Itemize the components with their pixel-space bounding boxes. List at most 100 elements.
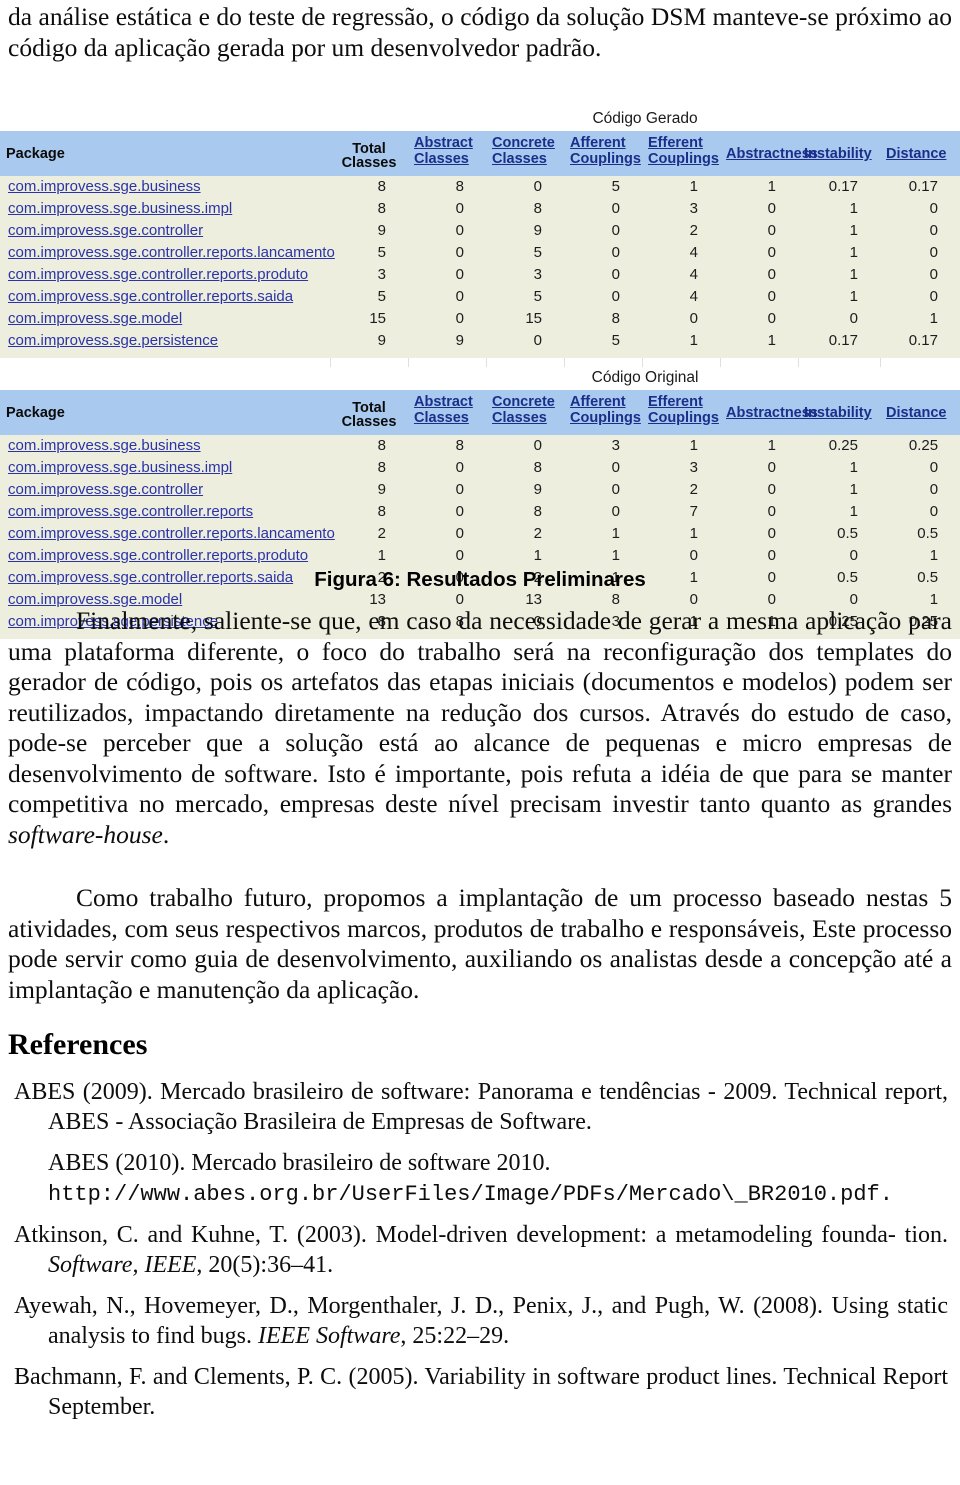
cell-afferent-couplings: 5	[564, 330, 642, 352]
cell-package[interactable]: com.improvess.sge.controller	[0, 479, 330, 501]
column-header-efferent-couplings[interactable]: Efferent Couplings	[642, 390, 720, 435]
cell-afferent-couplings: 0	[564, 479, 642, 501]
caption-spacer	[0, 108, 330, 131]
reference-pre: Atkinson, C. and Kuhne, T. (2003). Model…	[14, 1222, 948, 1248]
table-row: com.improvess.sge.controller.reports.sai…	[0, 286, 960, 308]
cell-package[interactable]: com.improvess.sge.business.impl	[0, 198, 330, 220]
cell-total-classes: 1	[330, 545, 408, 567]
reference-post: , 20(5):36–41.	[196, 1251, 334, 1278]
cell-abstractness: 0	[720, 220, 798, 242]
cell-distance: 0	[880, 286, 960, 308]
table-caption: Código Gerado	[330, 108, 960, 131]
cell-package[interactable]: com.improvess.sge.controller.reports	[0, 501, 330, 523]
reference-post: , 25:22–29.	[400, 1322, 510, 1349]
cell-efferent-couplings: 1	[642, 435, 720, 457]
cell-total-classes: 15	[330, 308, 408, 330]
cell-abstractness: 1	[720, 176, 798, 198]
table-row: com.improvess.sge.model 15 0 15 8 0 0 0 …	[0, 308, 960, 330]
cell-distance: 0.25	[880, 435, 960, 457]
cell-total-classes: 8	[330, 198, 408, 220]
cell-abstract-classes: 9	[408, 330, 486, 352]
cell-efferent-couplings: 2	[642, 220, 720, 242]
reference-italic: IEEE Software	[258, 1322, 401, 1349]
column-header-efferent-couplings[interactable]: Efferent Couplings	[642, 131, 720, 176]
cell-package[interactable]: com.improvess.sge.business	[0, 176, 330, 198]
cell-package[interactable]: com.improvess.sge.controller.reports.pro…	[0, 545, 330, 567]
cell-total-classes: 2	[330, 523, 408, 545]
cell-distance: 0.17	[880, 330, 960, 352]
cell-distance: 1	[880, 308, 960, 330]
cell-total-classes: 5	[330, 286, 408, 308]
cell-package[interactable]: com.improvess.sge.controller	[0, 220, 330, 242]
reference-url[interactable]: http://www.abes.org.br/UserFiles/Image/P…	[48, 1182, 893, 1207]
table-row: com.improvess.sge.controller.reports.pro…	[0, 545, 960, 567]
cell-efferent-couplings: 4	[642, 264, 720, 286]
cell-package[interactable]: com.improvess.sge.controller.reports.sai…	[0, 286, 330, 308]
table-row: com.improvess.sge.controller.reports.pro…	[0, 264, 960, 286]
cell-afferent-couplings: 0	[564, 220, 642, 242]
cell-abstract-classes: 0	[408, 479, 486, 501]
metrics-table-codigo-original: Código Original Package Total Classes Abs…	[0, 367, 960, 639]
cell-instability: 0	[798, 308, 880, 330]
column-header-afferent-couplings[interactable]: Afferent Couplings	[564, 390, 642, 435]
cell-distance: 0	[880, 264, 960, 286]
cell-concrete-classes: 1	[486, 545, 564, 567]
cell-abstract-classes: 8	[408, 176, 486, 198]
cell-efferent-couplings: 0	[642, 545, 720, 567]
cell-concrete-classes: 9	[486, 479, 564, 501]
cell-instability: 1	[798, 479, 880, 501]
cell-concrete-classes: 15	[486, 308, 564, 330]
cell-package[interactable]: com.improvess.sge.model	[0, 308, 330, 330]
column-header-afferent-couplings[interactable]: Afferent Couplings	[564, 131, 642, 176]
column-header-abstractness[interactable]: Abstractness	[720, 131, 818, 176]
column-header-abstract-classes[interactable]: Abstract Classes	[408, 131, 486, 176]
cell-instability: 0.5	[798, 523, 880, 545]
cell-afferent-couplings: 3	[564, 435, 642, 457]
cell-concrete-classes: 2	[486, 523, 564, 545]
cell-package[interactable]: com.improvess.sge.business	[0, 435, 330, 457]
cell-efferent-couplings: 2	[642, 479, 720, 501]
cell-afferent-couplings: 1	[564, 545, 642, 567]
cell-package[interactable]: com.improvess.sge.controller.reports.lan…	[0, 242, 335, 264]
cell-abstractness: 0	[720, 308, 798, 330]
column-header-abstractness[interactable]: Abstractness	[720, 390, 818, 435]
paragraph-1: Finalmente, saliente-se que, em caso da …	[8, 606, 952, 850]
table-header-row: Package Total Classes Abstract Classes Con…	[0, 131, 960, 176]
cell-concrete-classes: 9	[486, 220, 564, 242]
cell-abstract-classes: 0	[408, 264, 486, 286]
cell-package[interactable]: com.improvess.sge.business.impl	[0, 457, 330, 479]
table-row: com.improvess.sge.controller 9 0 9 0 2 0…	[0, 479, 960, 501]
column-header-instability[interactable]: Instability	[798, 390, 880, 435]
cell-afferent-couplings: 0	[564, 264, 642, 286]
table-row: com.improvess.sge.controller.reports 8 0…	[0, 501, 960, 523]
cell-package[interactable]: com.improvess.sge.controller.reports.pro…	[0, 264, 330, 286]
column-header-abstract-classes[interactable]: Abstract Classes	[408, 390, 486, 435]
column-header-instability[interactable]: Instability	[798, 131, 880, 176]
references-list: ABES (2009). Mercado brasileiro de softw…	[14, 1078, 948, 1434]
cell-efferent-couplings: 3	[642, 457, 720, 479]
column-header-concrete-classes[interactable]: Concrete Classes	[486, 390, 564, 435]
figure-caption: Figura 6: Resultados Preliminares	[314, 568, 646, 591]
cell-instability: 1	[798, 501, 880, 523]
column-header-distance[interactable]: Distance	[880, 390, 960, 435]
cell-abstractness: 0	[720, 286, 798, 308]
cell-concrete-classes: 3	[486, 264, 564, 286]
cell-instability: 1	[798, 242, 880, 264]
table-row: com.improvess.sge.persistence 9 9 0 5 1 …	[0, 330, 960, 352]
column-header-distance[interactable]: Distance	[880, 131, 960, 176]
cell-abstractness: 0	[720, 198, 798, 220]
cell-package[interactable]: com.improvess.sge.persistence	[0, 330, 330, 352]
cell-total-classes: 5	[330, 242, 408, 264]
cell-package[interactable]: com.improvess.sge.controller.reports.lan…	[0, 523, 335, 545]
cell-instability: 0.25	[798, 435, 880, 457]
paragraph-2: Como trabalho futuro, propomos a implant…	[8, 883, 952, 1004]
cell-total-classes: 8	[330, 457, 408, 479]
cell-abstractness: 0	[720, 457, 798, 479]
cell-concrete-classes: 8	[486, 198, 564, 220]
cell-efferent-couplings: 4	[642, 286, 720, 308]
cell-afferent-couplings: 0	[564, 501, 642, 523]
figure-6-tables: Código Gerado Package Total Classes Abstr…	[0, 108, 960, 639]
top-paragraph: da análise estática e do teste de regres…	[8, 2, 952, 62]
column-header-concrete-classes[interactable]: Concrete Classes	[486, 131, 564, 176]
cell-total-classes: 9	[330, 330, 408, 352]
